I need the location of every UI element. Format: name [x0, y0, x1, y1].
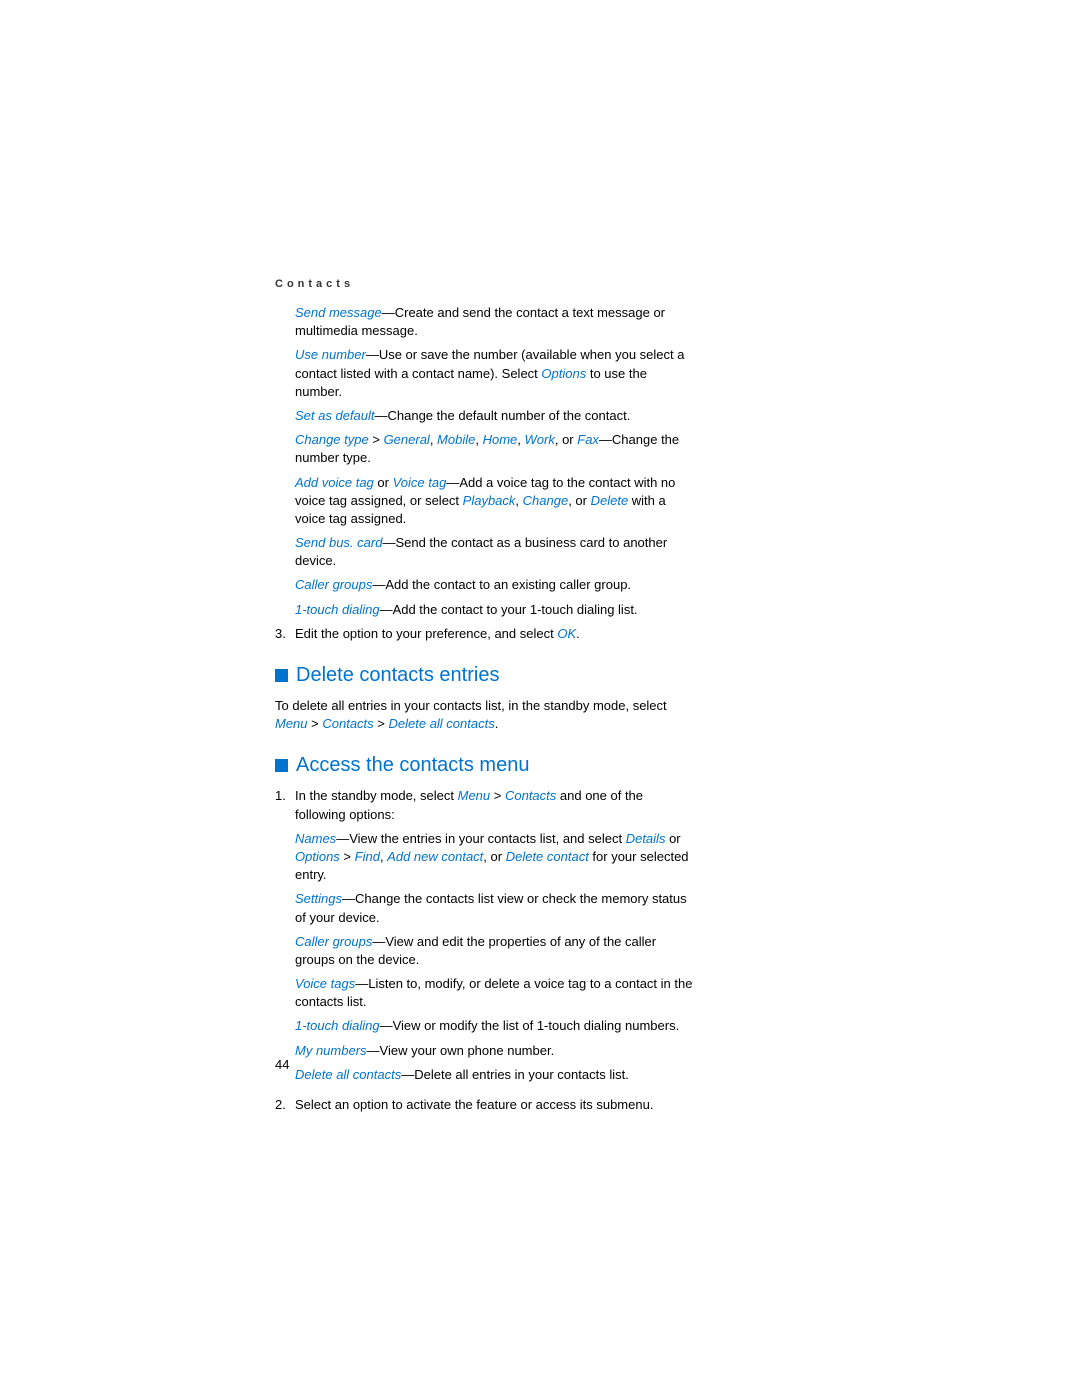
step-2: 2. Select an option to activate the feat… — [275, 1096, 695, 1114]
step-number: 2. — [275, 1096, 295, 1114]
general: General — [384, 432, 430, 447]
term: Caller groups — [295, 577, 372, 592]
work: Work — [525, 432, 555, 447]
heading-text: Access the contacts menu — [296, 751, 529, 779]
document-page: Contacts Send message—Create and send th… — [0, 0, 1080, 1397]
text: —Add the contact to an existing caller g… — [372, 577, 631, 592]
menu-term: Menu — [275, 716, 308, 731]
step-text: Edit the option to your preference, and … — [295, 625, 580, 643]
heading-access-contacts: Access the contacts menu — [275, 751, 695, 779]
heading-delete-contacts: Delete contacts entries — [275, 661, 695, 689]
term: 1-touch dialing — [295, 602, 380, 617]
delete-contacts-paragraph: To delete all entries in your contacts l… — [275, 697, 695, 733]
term: My numbers — [295, 1043, 367, 1058]
step-3: 3. Edit the option to your preference, a… — [275, 625, 695, 643]
term: Change type — [295, 432, 369, 447]
item-change-type: Change type > General, Mobile, Home, Wor… — [295, 431, 695, 467]
text: —Add the contact to your 1-touch dialing… — [380, 602, 638, 617]
item-voice-tags: Voice tags—Listen to, modify, or delete … — [295, 975, 695, 1011]
square-bullet-icon — [275, 669, 288, 682]
item-caller-groups-2: Caller groups—View and edit the properti… — [295, 933, 695, 969]
page-number: 44 — [275, 1057, 289, 1072]
term: Voice tags — [295, 976, 355, 991]
step-number: 1. — [275, 787, 295, 1090]
item-caller-groups: Caller groups—Add the contact to an exis… — [295, 576, 695, 594]
gt: > — [369, 432, 384, 447]
heading-text: Delete contacts entries — [296, 661, 499, 689]
item-1touch-2: 1-touch dialing—View or modify the list … — [295, 1017, 695, 1035]
step-body: In the standby mode, select Menu > Conta… — [295, 787, 695, 1090]
item-names: Names—View the entries in your contacts … — [295, 830, 695, 885]
term: 1-touch dialing — [295, 1018, 380, 1033]
ok-term: OK — [557, 626, 576, 641]
term: Settings — [295, 891, 342, 906]
playback: Playback — [463, 493, 516, 508]
find-term: Find — [355, 849, 380, 864]
mobile: Mobile — [437, 432, 475, 447]
details-term: Details — [626, 831, 666, 846]
step-text: Select an option to activate the feature… — [295, 1096, 653, 1114]
item-use-number: Use number—Use or save the number (avail… — [295, 346, 695, 401]
term: Names — [295, 831, 336, 846]
term: Delete all contacts — [295, 1067, 401, 1082]
page-header: Contacts — [275, 278, 354, 290]
item-1touch-dialing: 1-touch dialing—Add the contact to your … — [295, 601, 695, 619]
change: Change — [523, 493, 569, 508]
fax: Fax — [577, 432, 599, 447]
square-bullet-icon — [275, 759, 288, 772]
item-add-voice-tag: Add voice tag or Voice tag—Add a voice t… — [295, 474, 695, 529]
delete-contact-term: Delete contact — [506, 849, 589, 864]
options-term: Options — [541, 366, 586, 381]
term2: Voice tag — [393, 475, 447, 490]
term1: Add voice tag — [295, 475, 374, 490]
menu-term: Menu — [458, 788, 491, 803]
text: —Change the default number of the contac… — [375, 408, 631, 423]
delete: Delete — [591, 493, 629, 508]
item-send-message: Send message—Create and send the contact… — [295, 304, 695, 340]
add-new-term: Add new contact — [387, 849, 483, 864]
contacts-term: Contacts — [322, 716, 373, 731]
content-area: Send message—Create and send the contact… — [275, 304, 695, 1114]
step-1: 1. In the standby mode, select Menu > Co… — [275, 787, 695, 1090]
item-send-bus-card: Send bus. card—Send the contact as a bus… — [295, 534, 695, 570]
term: Set as default — [295, 408, 375, 423]
term: Caller groups — [295, 934, 372, 949]
delete-all-term: Delete all contacts — [389, 716, 495, 731]
contacts-term: Contacts — [505, 788, 556, 803]
term: Send bus. card — [295, 535, 382, 550]
step-number: 3. — [275, 625, 295, 643]
item-my-numbers: My numbers—View your own phone number. — [295, 1042, 695, 1060]
term: Use number — [295, 347, 366, 362]
step1-intro: In the standby mode, select Menu > Conta… — [295, 787, 695, 823]
item-delete-all: Delete all contacts—Delete all entries i… — [295, 1066, 695, 1084]
options-term: Options — [295, 849, 340, 864]
home: Home — [483, 432, 518, 447]
item-settings: Settings—Change the contacts list view o… — [295, 890, 695, 926]
term: Send message — [295, 305, 382, 320]
item-set-default: Set as default—Change the default number… — [295, 407, 695, 425]
